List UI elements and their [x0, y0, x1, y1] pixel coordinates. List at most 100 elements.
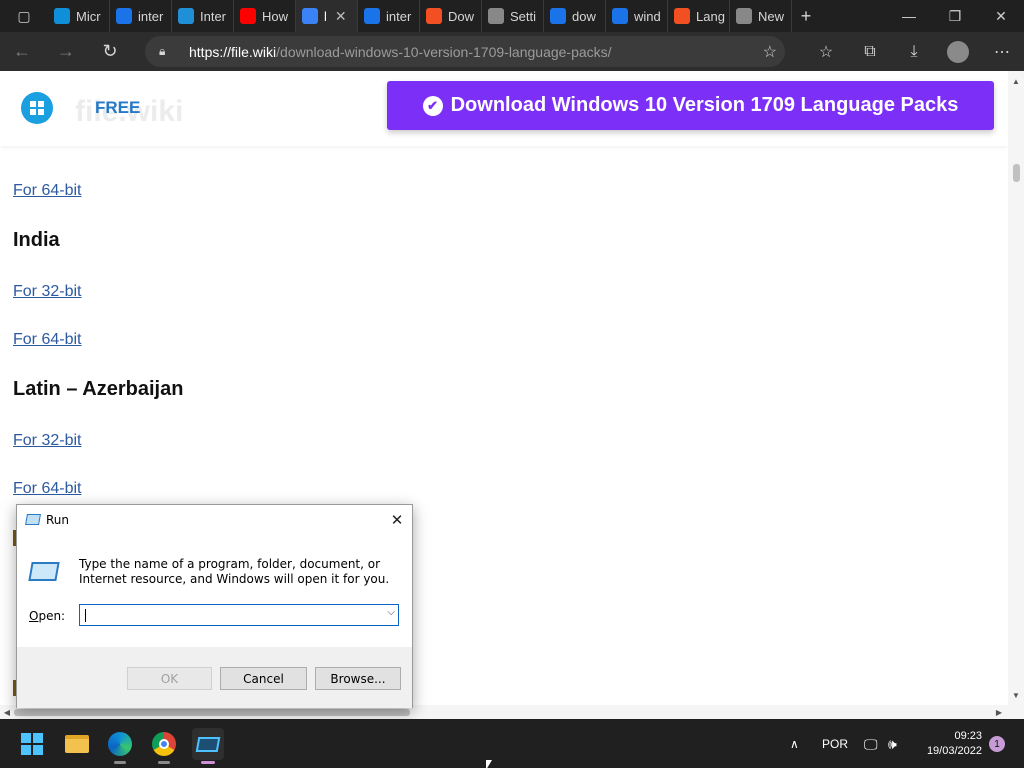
- vertical-scrollbar[interactable]: ▲ ▼: [1008, 71, 1024, 705]
- run-title-bar[interactable]: Run: [17, 505, 412, 534]
- link-latin-64bit[interactable]: For 64-bit: [13, 480, 81, 498]
- tab-label: l: [324, 8, 327, 24]
- close-window-icon[interactable]: ✕: [978, 0, 1024, 32]
- heading-india: India: [13, 229, 60, 251]
- url-text[interactable]: https://file.wiki/download-windows-10-ve…: [189, 44, 612, 60]
- browser-tab[interactable]: Dow: [420, 0, 482, 32]
- run-taskbar-icon[interactable]: [192, 728, 224, 764]
- loading-icon: [302, 8, 318, 24]
- navigation-bar: ← → ↻ 🔒︎ https://file.wiki/download-wind…: [0, 32, 1024, 71]
- tab-label: dow: [572, 8, 596, 24]
- bing-icon: [550, 8, 566, 24]
- new-tab-icon[interactable]: +: [792, 0, 820, 32]
- tab-label: How: [262, 8, 289, 24]
- windows-logo-icon[interactable]: [21, 92, 53, 124]
- text-caret: [85, 609, 86, 622]
- youtube-icon: [240, 8, 256, 24]
- chrome-taskbar-icon[interactable]: [148, 728, 180, 764]
- minimize-icon[interactable]: —: [886, 0, 932, 32]
- url-path: /download-windows-10-version-1709-langua…: [276, 43, 612, 60]
- language-indicator[interactable]: POR: [822, 720, 848, 768]
- browser-tab[interactable]: New: [730, 0, 792, 32]
- edge-taskbar-icon[interactable]: [104, 728, 136, 764]
- restore-icon[interactable]: ❐: [932, 0, 978, 32]
- browser-tab[interactable]: inter: [358, 0, 420, 32]
- link-64bit-top[interactable]: For 64-bit: [13, 182, 81, 200]
- address-bar[interactable]: 🔒︎ https://file.wiki/download-windows-10…: [145, 36, 785, 67]
- mouse-cursor-icon: [486, 760, 492, 768]
- forward-icon[interactable]: →: [44, 32, 88, 71]
- clock-time: 09:23: [954, 730, 982, 742]
- toolbar-right: ☆ ⧉ ⤓ ⋯: [804, 32, 1024, 71]
- browse-button[interactable]: Browse...: [315, 667, 401, 690]
- tab-label: Inter: [200, 8, 227, 24]
- profile-avatar[interactable]: [947, 40, 969, 63]
- back-icon[interactable]: ←: [0, 32, 44, 71]
- tab-label: inter: [138, 8, 164, 24]
- browser-tab[interactable]: dow: [544, 0, 606, 32]
- browser-tab[interactable]: Inter: [172, 0, 234, 32]
- tab-label: Micr: [76, 8, 101, 24]
- scroll-down-icon[interactable]: ▼: [1008, 687, 1024, 703]
- collections-icon[interactable]: ⧉: [848, 32, 892, 71]
- clock[interactable]: 09:23 19/03/2022: [927, 729, 982, 759]
- bing-icon: [116, 8, 132, 24]
- close-tab-icon[interactable]: ✕: [335, 8, 347, 25]
- plus-icon: [178, 8, 194, 24]
- close-icon[interactable]: ✕: [382, 505, 412, 534]
- horizontal-scroll-thumb[interactable]: [14, 709, 410, 716]
- open-combobox[interactable]: ⌵: [79, 604, 399, 626]
- run-description: Type the name of a program, folder, docu…: [79, 557, 390, 586]
- tab-list: Micr inter Inter How l ✕ inter Dow Setti dow wind L…: [48, 0, 792, 32]
- link-india-64bit[interactable]: For 64-bit: [13, 331, 81, 349]
- tab-label: Lang: [696, 8, 725, 24]
- open-label-rest: pen:: [38, 609, 66, 623]
- start-icon[interactable]: [16, 728, 48, 760]
- link-india-32bit[interactable]: For 32-bit: [13, 283, 81, 301]
- tab-actions-icon[interactable]: ▢: [0, 0, 48, 32]
- browser-tab[interactable]: Micr: [48, 0, 110, 32]
- edge-icon: [54, 8, 70, 24]
- tab-label: Setti: [510, 8, 537, 24]
- downloads-icon[interactable]: ⤓: [892, 32, 936, 71]
- network-icon[interactable]: 🖵︎: [864, 720, 878, 768]
- scroll-up-icon[interactable]: ▲: [1008, 73, 1024, 89]
- taskbar: ∧ POR 🖵︎ 🕪︎ 09:23 19/03/2022 1: [0, 720, 1024, 768]
- run-dialog: Run ✕ Type the name of a program, folder…: [16, 504, 413, 708]
- gear-icon: [488, 8, 504, 24]
- tab-label: New: [758, 8, 785, 24]
- cancel-button[interactable]: Cancel: [220, 667, 307, 690]
- favorites-icon[interactable]: ☆: [804, 32, 848, 71]
- browser-tab[interactable]: How: [234, 0, 296, 32]
- newtab-icon: [736, 8, 752, 24]
- add-favorite-icon[interactable]: ☆: [763, 42, 777, 62]
- scroll-left-icon[interactable]: ◀: [0, 705, 14, 719]
- scroll-right-icon[interactable]: ▶: [992, 705, 1006, 719]
- heading-latin-azerbaijan: Latin – Azerbaijan: [13, 378, 184, 400]
- notification-badge[interactable]: 1: [989, 736, 1005, 752]
- ok-button[interactable]: OK: [127, 667, 212, 690]
- link-latin-32bit[interactable]: For 32-bit: [13, 432, 81, 450]
- browser-tab[interactable]: inter: [110, 0, 172, 32]
- download-button[interactable]: ✔ Download Windows 10 Version 1709 Langu…: [387, 81, 994, 130]
- chevron-down-icon[interactable]: ⌵: [387, 607, 395, 618]
- tray-overflow-icon[interactable]: ∧: [790, 720, 799, 768]
- browser-tab[interactable]: Setti: [482, 0, 544, 32]
- free-label[interactable]: FREE: [95, 98, 140, 118]
- refresh-icon[interactable]: ↻: [88, 32, 132, 71]
- file-explorer-icon[interactable]: [61, 728, 93, 760]
- settings-more-icon[interactable]: ⋯: [980, 32, 1024, 71]
- volume-icon[interactable]: 🕪︎: [888, 720, 897, 768]
- browser-tab[interactable]: wind: [606, 0, 668, 32]
- bing-icon: [364, 8, 380, 24]
- vertical-scroll-thumb[interactable]: [1013, 164, 1020, 182]
- microsoft-icon: [674, 8, 690, 24]
- lock-icon[interactable]: 🔒︎: [159, 44, 181, 59]
- browser-tab[interactable]: l ✕: [296, 0, 358, 32]
- browser-tab[interactable]: Lang: [668, 0, 730, 32]
- scrollbar-corner: [1008, 705, 1024, 719]
- run-title: Run: [46, 512, 70, 527]
- window-controls: — ❐ ✕: [886, 0, 1024, 32]
- download-button-label: Download Windows 10 Version 1709 Languag…: [450, 94, 959, 116]
- clock-date: 19/03/2022: [926, 745, 982, 757]
